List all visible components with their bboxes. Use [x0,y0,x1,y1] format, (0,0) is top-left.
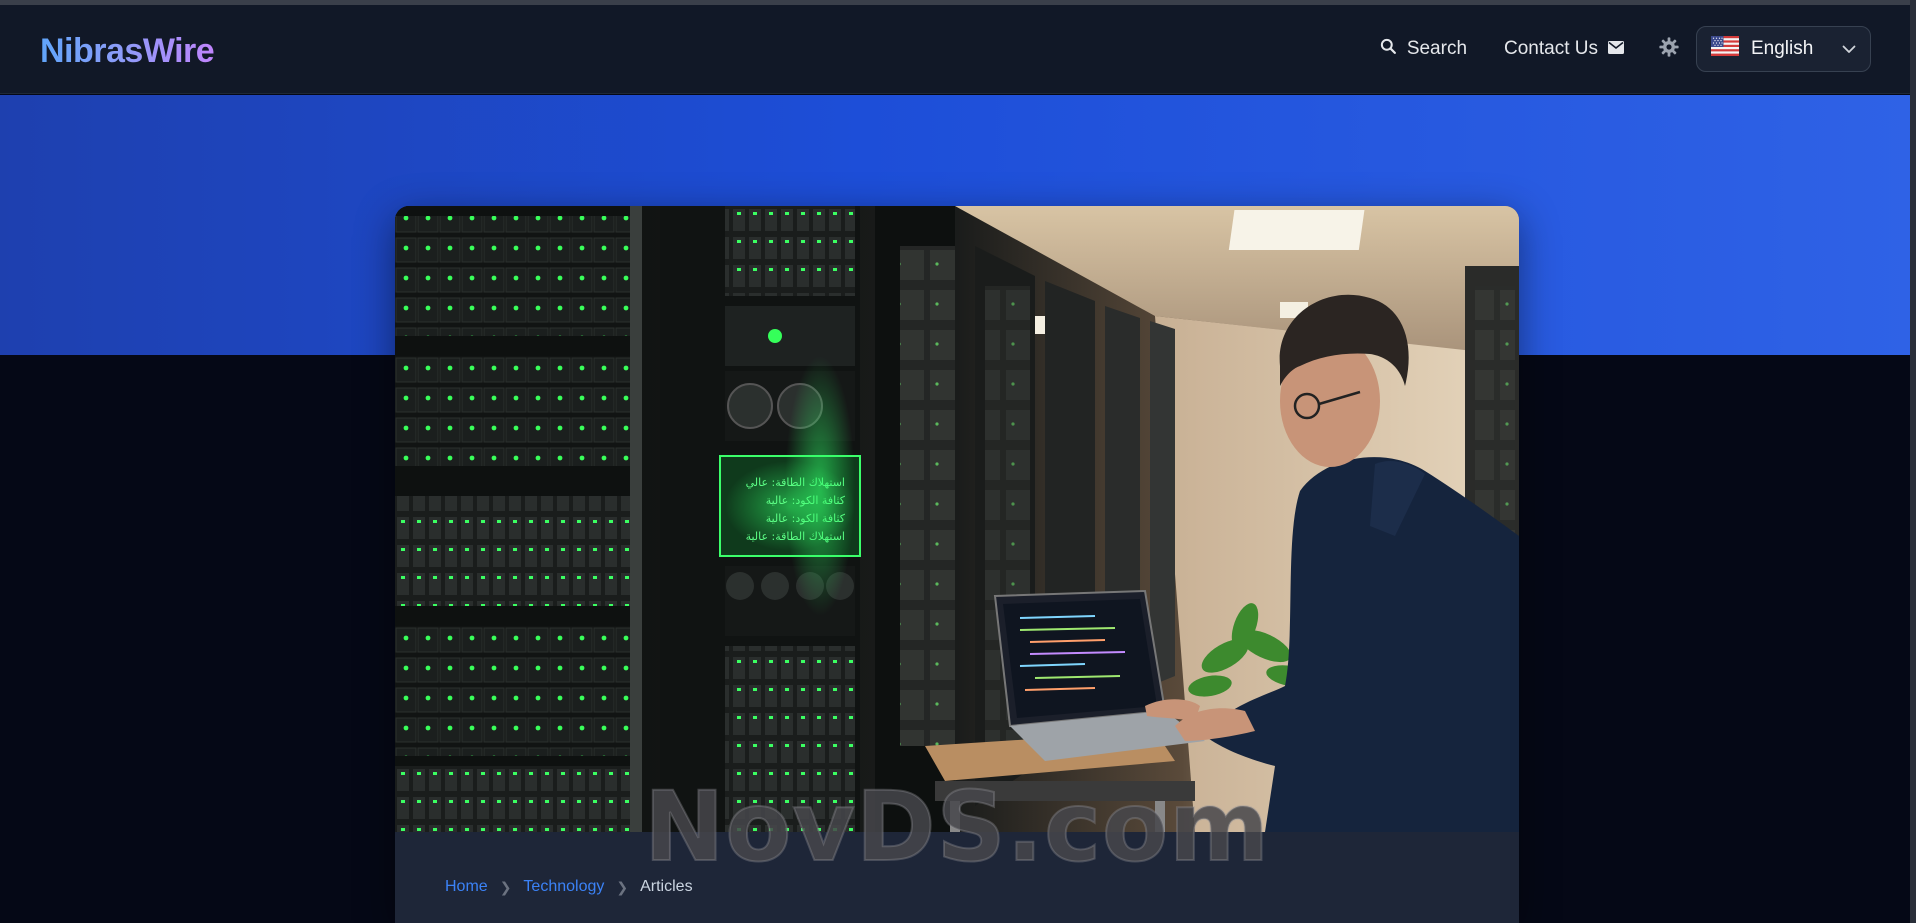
page-scrollbar[interactable] [1910,0,1916,923]
breadcrumb: Home ❯ Technology ❯ Articles [445,878,693,896]
breadcrumb-technology[interactable]: Technology [523,878,604,896]
article-card: استهلاك الطاقة: عالي كثافة الكود: عالية … [395,206,1519,923]
nav-actions: Search Contact Us English [1380,26,1871,72]
watermark-text: NovDS.com [643,770,1271,884]
envelope-icon [1608,38,1624,60]
breadcrumb-current: Articles [640,878,693,895]
breadcrumb-home[interactable]: Home [445,878,488,896]
language-label: English [1751,38,1814,59]
chevron-right-icon: ❯ [616,878,629,895]
search-label: Search [1406,38,1468,59]
contact-label: Contact Us [1504,38,1598,59]
chevron-down-icon [1842,38,1856,60]
us-flag-icon [1711,36,1739,62]
chevron-right-icon: ❯ [499,878,512,895]
search-icon [1380,38,1397,61]
contact-link[interactable]: Contact Us [1504,38,1624,60]
navbar: NibrasWire Search Contact Us English [0,5,1916,94]
language-selector[interactable]: English [1696,26,1871,72]
gear-icon [1658,36,1680,63]
hero-image: استهلاك الطاقة: عالي كثافة الكود: عالية … [395,206,1519,832]
site-logo[interactable]: NibrasWire [40,32,215,71]
search-link[interactable]: Search [1380,38,1467,61]
theme-toggle-button[interactable] [1656,36,1682,62]
